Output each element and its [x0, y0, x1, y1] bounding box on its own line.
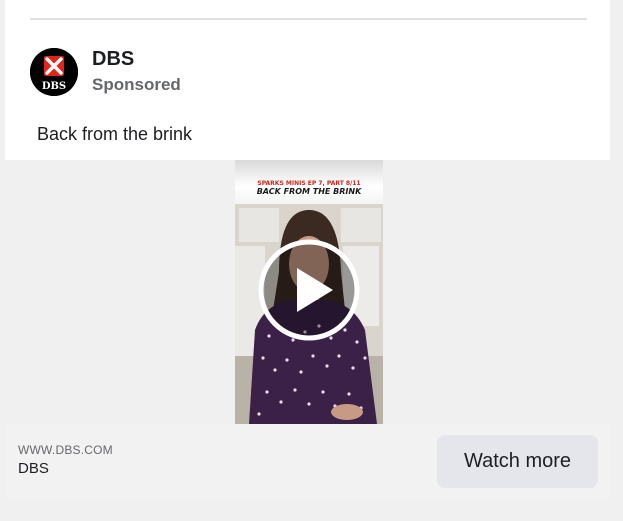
post-header: DBS DBS Sponsored [30, 46, 181, 98]
divider [30, 18, 587, 20]
avatar-logo-text: DBS [42, 81, 66, 92]
dbs-logo-icon: DBS [30, 48, 78, 96]
sponsored-label[interactable]: Sponsored [92, 73, 181, 97]
watch-more-button[interactable]: Watch more [437, 435, 598, 488]
video-title: BACK FROM THE BRINK [256, 187, 362, 196]
video-thumbnail[interactable]: SPARKS MINIS EP 7, PART 8/11 BACK FROM T… [235, 160, 383, 424]
sponsored-post-card: DBS DBS Sponsored Back from the brink SP… [5, 0, 610, 501]
link-footer[interactable]: WWW.DBS.COM DBS Watch more [5, 424, 610, 501]
post-text: Back from the brink [37, 124, 193, 144]
video-episode-label: SPARKS MINIS EP 7, PART 8/11 [257, 180, 361, 187]
link-title[interactable]: DBS [18, 460, 49, 477]
page-name[interactable]: DBS [92, 47, 181, 71]
page-avatar[interactable]: DBS [30, 48, 78, 96]
media-area[interactable]: SPARKS MINIS EP 7, PART 8/11 BACK FROM T… [5, 160, 610, 424]
link-domain: WWW.DBS.COM [18, 443, 113, 457]
video-title-banner: SPARKS MINIS EP 7, PART 8/11 BACK FROM T… [235, 160, 383, 204]
name-block: DBS Sponsored [92, 47, 181, 97]
play-icon[interactable] [257, 238, 361, 342]
